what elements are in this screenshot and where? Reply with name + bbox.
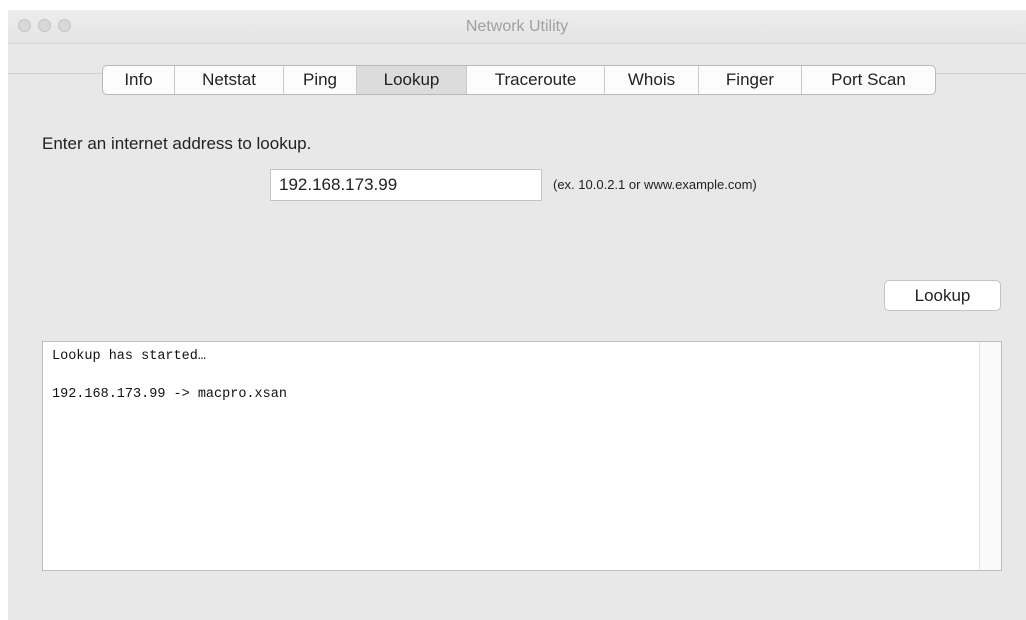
tab-lookup[interactable]: Lookup bbox=[356, 66, 466, 94]
lookup-prompt: Enter an internet address to lookup. bbox=[42, 134, 312, 153]
tab-traceroute[interactable]: Traceroute bbox=[466, 66, 604, 94]
lookup-button[interactable]: Lookup bbox=[884, 280, 1001, 311]
address-hint: (ex. 10.0.2.1 or www.example.com) bbox=[553, 177, 757, 192]
output-line: 192.168.173.99 -> macpro.xsan bbox=[52, 387, 287, 402]
tab-whois[interactable]: Whois bbox=[604, 66, 698, 94]
title-bar: Network Utility bbox=[8, 10, 1026, 44]
tab-bar: Info Netstat Ping Lookup Traceroute Whoi… bbox=[102, 65, 936, 95]
address-input[interactable] bbox=[270, 169, 542, 201]
tab-ping[interactable]: Ping bbox=[283, 66, 356, 94]
tab-info[interactable]: Info bbox=[103, 66, 174, 94]
output-line: Lookup has started… bbox=[52, 349, 206, 364]
tab-finger[interactable]: Finger bbox=[698, 66, 801, 94]
output-text: Lookup has started… 192.168.173.99 -> ma… bbox=[52, 347, 287, 404]
output-scrollbar[interactable] bbox=[979, 342, 1001, 570]
tab-netstat[interactable]: Netstat bbox=[174, 66, 283, 94]
lookup-output[interactable]: Lookup has started… 192.168.173.99 -> ma… bbox=[42, 341, 1002, 571]
window-title: Network Utility bbox=[465, 18, 569, 35]
tab-port-scan[interactable]: Port Scan bbox=[801, 66, 935, 94]
network-utility-window: Network Utility Info Netstat Ping Lookup… bbox=[8, 10, 1026, 620]
